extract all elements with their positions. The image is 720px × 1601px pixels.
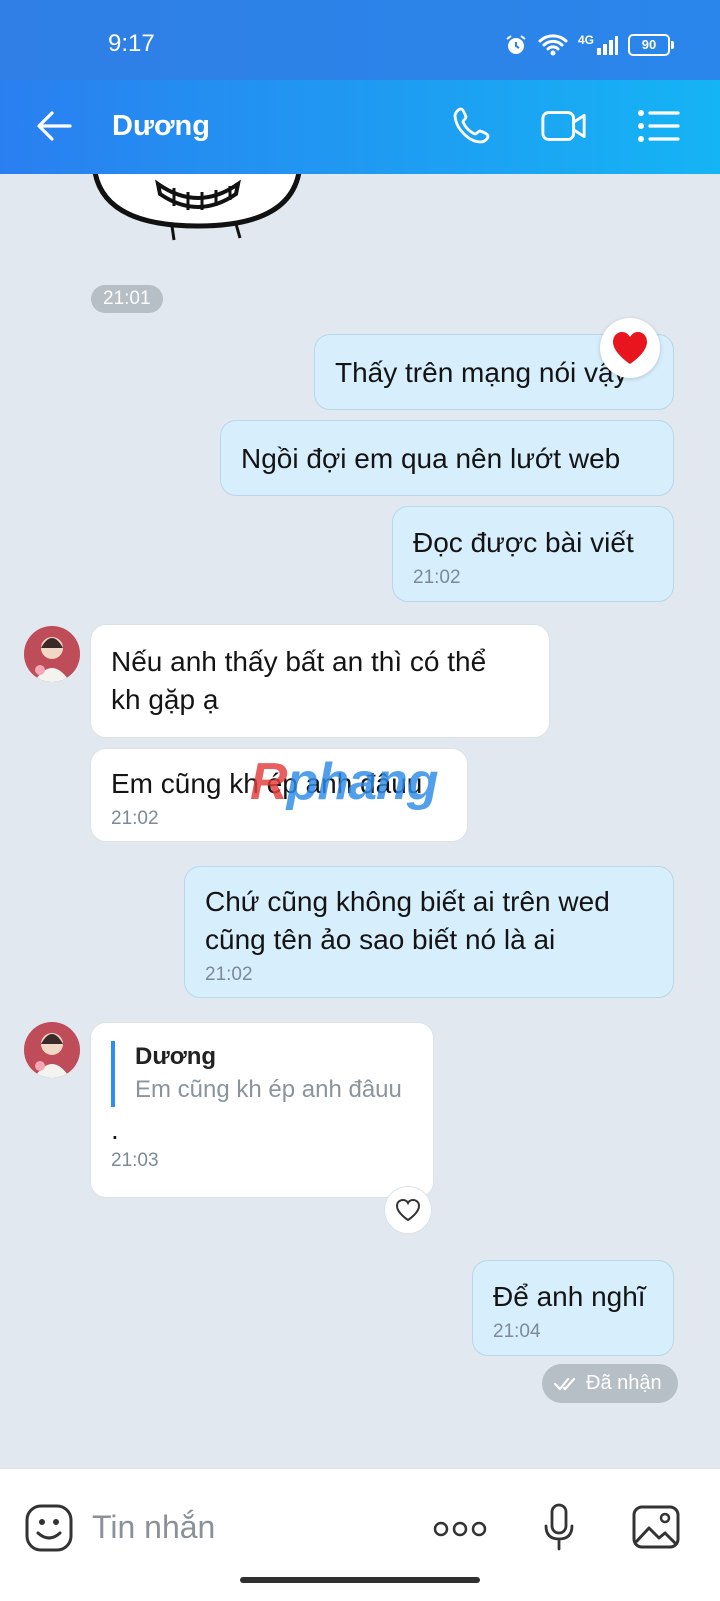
reaction-heart[interactable] bbox=[600, 318, 660, 378]
emoji-icon bbox=[25, 1504, 73, 1552]
message-outgoing[interactable]: Ngồi đợi em qua nên lướt web bbox=[220, 420, 674, 496]
battery-icon: 90 bbox=[628, 34, 674, 56]
video-camera-icon bbox=[541, 111, 586, 141]
double-check-icon bbox=[554, 1377, 576, 1391]
message-input[interactable]: Tin nhắn bbox=[92, 1509, 215, 1546]
image-icon bbox=[632, 1505, 680, 1549]
wifi-icon bbox=[538, 34, 568, 56]
status-time: 9:17 bbox=[108, 30, 155, 57]
delivery-status: Đã nhận bbox=[542, 1364, 678, 1403]
home-indicator[interactable] bbox=[240, 1577, 480, 1583]
quoted-sender: Dương bbox=[135, 1043, 217, 1070]
message-time: 21:02 bbox=[205, 964, 253, 985]
message-text: Thấy trên mạng nói vậy bbox=[335, 357, 628, 388]
message-text-line: cũng tên ảo sao biết nó là ai bbox=[205, 924, 556, 955]
delivery-status-text: Đã nhận bbox=[586, 1372, 662, 1394]
message-text: . bbox=[111, 1114, 119, 1145]
contact-avatar[interactable] bbox=[24, 1022, 80, 1078]
watermark-logo: Rphang bbox=[250, 753, 439, 811]
menu-button[interactable] bbox=[634, 102, 682, 150]
voice-message-button[interactable] bbox=[534, 1499, 584, 1555]
contact-name[interactable]: Dương bbox=[112, 110, 210, 143]
emoji-button[interactable] bbox=[22, 1501, 76, 1555]
gallery-button[interactable] bbox=[628, 1499, 684, 1555]
video-call-button[interactable] bbox=[540, 102, 588, 150]
back-arrow-icon bbox=[37, 111, 72, 141]
message-outgoing[interactable]: Để anh nghĩ 21:04 bbox=[472, 1260, 674, 1356]
message-text: Ngồi đợi em qua nên lướt web bbox=[241, 443, 621, 474]
message-text: Đọc được bài viết bbox=[413, 527, 634, 558]
message-outgoing[interactable]: Đọc được bài viết 21:02 bbox=[392, 506, 674, 602]
message-time: 21:02 bbox=[413, 567, 461, 588]
heart-icon bbox=[613, 332, 647, 364]
avatar-image bbox=[24, 1022, 80, 1078]
message-time: 21:04 bbox=[493, 1321, 541, 1342]
more-options-button[interactable] bbox=[430, 1509, 490, 1549]
message-incoming[interactable]: Nếu anh thấy bất an thì có thể kh gặp ạ bbox=[90, 624, 550, 738]
message-text: Để anh nghĩ bbox=[493, 1281, 646, 1312]
chat-area[interactable]: 21:01 Thấy trên mạng nói vậy Ngồi đợi em… bbox=[0, 174, 720, 1468]
more-dots-icon bbox=[433, 1521, 487, 1537]
network-label: 4G bbox=[577, 33, 594, 47]
quoted-message[interactable]: Dương Em cũng kh ép anh đâuu bbox=[111, 1041, 433, 1107]
signal-icon bbox=[597, 36, 618, 55]
message-outgoing[interactable]: Chứ cũng không biết ai trên wed cũng tên… bbox=[184, 866, 674, 998]
react-button[interactable] bbox=[384, 1186, 432, 1234]
message-incoming-reply[interactable]: Dương Em cũng kh ép anh đâuu . 21:03 bbox=[90, 1022, 434, 1198]
heart-outline-icon bbox=[395, 1198, 421, 1222]
status-bar: 9:17 4G 90 bbox=[0, 0, 720, 80]
message-text-line: Nếu anh thấy bất an thì có thể bbox=[111, 646, 487, 677]
sticker-image[interactable] bbox=[88, 174, 312, 254]
message-time: 21:03 bbox=[111, 1150, 159, 1171]
chat-header: Dương bbox=[0, 80, 720, 174]
avatar-image bbox=[24, 626, 80, 682]
quoted-text: Em cũng kh ép anh đâuu bbox=[135, 1076, 402, 1103]
microphone-icon bbox=[544, 1503, 574, 1551]
alarm-icon bbox=[506, 35, 526, 54]
list-menu-icon bbox=[638, 110, 680, 142]
contact-avatar[interactable] bbox=[24, 626, 80, 682]
phone-icon bbox=[453, 107, 490, 144]
back-button[interactable] bbox=[30, 102, 78, 150]
voice-call-button[interactable] bbox=[448, 102, 496, 150]
message-text-line: Chứ cũng không biết ai trên wed bbox=[205, 886, 610, 917]
message-text-line: kh gặp ạ bbox=[111, 684, 219, 715]
time-divider: 21:01 bbox=[91, 285, 163, 313]
status-icons: 4G 90 bbox=[504, 33, 674, 57]
